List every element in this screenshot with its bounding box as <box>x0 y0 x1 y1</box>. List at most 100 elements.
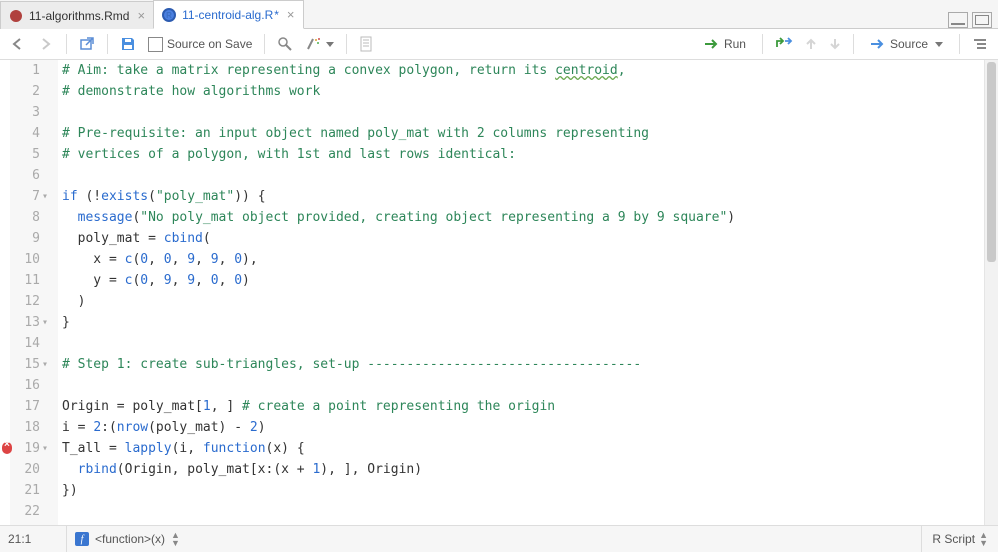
run-label: Run <box>724 37 746 51</box>
line-number[interactable]: 4 <box>10 123 50 144</box>
maximize-pane-icon[interactable] <box>972 12 992 28</box>
line-number[interactable]: 2 <box>10 81 50 102</box>
updown-icon: ▲▼ <box>979 531 988 547</box>
marker-cell <box>0 102 10 123</box>
marker-gutter <box>0 60 10 525</box>
tab-11-algorithms-rmd[interactable]: 11-algorithms.Rmd × <box>0 1 154 29</box>
line-number[interactable]: 22 <box>10 501 50 522</box>
scope-label: <function>(x) <box>95 532 165 546</box>
line-number[interactable]: 11 <box>10 270 50 291</box>
line-number[interactable]: 5 <box>10 144 50 165</box>
code-line[interactable]: if (!exists("poly_mat")) { <box>62 186 984 207</box>
code-line[interactable]: # vertices of a polygon, with 1st and la… <box>62 144 984 165</box>
line-number[interactable]: 7▾ <box>10 186 50 207</box>
line-number[interactable]: 20 <box>10 459 50 480</box>
line-number[interactable]: 14 <box>10 333 50 354</box>
code-line[interactable] <box>62 501 984 522</box>
fold-toggle-icon[interactable]: ▾ <box>40 312 50 333</box>
cursor-position[interactable]: 21:1 <box>0 526 67 552</box>
code-line[interactable]: # Step 1: create sub-triangles, set-up -… <box>62 354 984 375</box>
marker-cell <box>0 60 10 81</box>
code-line[interactable]: poly_mat = cbind( <box>62 228 984 249</box>
fold-toggle-icon[interactable]: ▾ <box>40 354 50 375</box>
code-area[interactable]: # Aim: take a matrix representing a conv… <box>58 60 984 525</box>
code-line[interactable]: # demonstrate how algorithms work <box>62 81 984 102</box>
go-up-section-button[interactable] <box>801 32 821 56</box>
line-number[interactable]: 3 <box>10 102 50 123</box>
go-down-section-button[interactable] <box>825 32 845 56</box>
close-icon[interactable]: × <box>287 8 295 21</box>
marker-cell <box>0 228 10 249</box>
code-line[interactable]: # Aim: take a matrix representing a conv… <box>62 60 984 81</box>
line-number[interactable]: 10 <box>10 249 50 270</box>
scrollbar-thumb[interactable] <box>987 62 996 262</box>
run-button[interactable]: Run <box>696 32 754 56</box>
caret-down-icon <box>935 42 943 47</box>
code-tools-button[interactable] <box>301 32 338 56</box>
code-line[interactable]: message("No poly_mat object provided, cr… <box>62 207 984 228</box>
code-line[interactable]: } <box>62 312 984 333</box>
back-button[interactable] <box>6 32 30 56</box>
save-button[interactable] <box>116 32 140 56</box>
compile-report-button[interactable] <box>355 32 377 56</box>
scope-navigator[interactable]: f <function>(x) ▲▼ <box>67 531 921 547</box>
fold-toggle-icon[interactable]: ▾ <box>40 438 50 459</box>
line-number[interactable]: 6 <box>10 165 50 186</box>
rerun-button[interactable] <box>771 32 797 56</box>
fold-toggle-icon <box>40 417 50 438</box>
line-number-gutter: 1234567▾8910111213▾1415▾16171819▾202122 <box>10 60 58 525</box>
language-label: R Script <box>932 532 975 546</box>
code-line[interactable] <box>62 333 984 354</box>
caret-down-icon <box>326 42 334 47</box>
close-icon[interactable]: × <box>137 9 145 22</box>
line-number[interactable]: 13▾ <box>10 312 50 333</box>
fold-toggle-icon <box>40 60 50 81</box>
code-line[interactable] <box>62 165 984 186</box>
fold-toggle-icon <box>40 81 50 102</box>
code-line[interactable]: y = c(0, 9, 9, 0, 0) <box>62 270 984 291</box>
marker-cell <box>0 249 10 270</box>
source-on-save-checkbox[interactable]: Source on Save <box>144 32 256 56</box>
code-line[interactable] <box>62 102 984 123</box>
code-line[interactable]: ) <box>62 291 984 312</box>
run-icon <box>704 38 720 50</box>
outline-button[interactable] <box>968 32 992 56</box>
line-number[interactable]: 16 <box>10 375 50 396</box>
marker-cell <box>0 291 10 312</box>
code-line[interactable]: i = 2:(nrow(poly_mat) - 2) <box>62 417 984 438</box>
line-number[interactable]: 9 <box>10 228 50 249</box>
line-number[interactable]: 19▾ <box>10 438 50 459</box>
marker-cell <box>0 270 10 291</box>
source-editor[interactable]: 1234567▾8910111213▾1415▾16171819▾202122 … <box>0 60 998 525</box>
line-number[interactable]: 21 <box>10 480 50 501</box>
code-line[interactable]: x = c(0, 0, 9, 9, 0), <box>62 249 984 270</box>
fold-toggle-icon <box>40 123 50 144</box>
tab-label: 11-centroid-alg.R <box>182 8 273 22</box>
error-marker-icon[interactable] <box>2 442 12 454</box>
line-number[interactable]: 8 <box>10 207 50 228</box>
line-number[interactable]: 18 <box>10 417 50 438</box>
code-line[interactable]: # Pre-requisite: an input object named p… <box>62 123 984 144</box>
checkbox-icon <box>148 37 163 52</box>
code-line[interactable]: }) <box>62 480 984 501</box>
code-line[interactable]: T_all = lapply(i, function(x) { <box>62 438 984 459</box>
line-number[interactable]: 12 <box>10 291 50 312</box>
line-number[interactable]: 1 <box>10 60 50 81</box>
code-line[interactable] <box>62 375 984 396</box>
find-replace-button[interactable] <box>273 32 297 56</box>
code-line[interactable]: Origin = poly_mat[1, ] # create a point … <box>62 396 984 417</box>
show-in-new-window-button[interactable] <box>75 32 99 56</box>
language-selector[interactable]: R Script ▲▼ <box>921 526 998 552</box>
forward-button[interactable] <box>34 32 58 56</box>
source-button[interactable]: Source <box>862 32 951 56</box>
vertical-scrollbar[interactable] <box>984 60 998 525</box>
tab-11-centroid-alg-r[interactable]: R 11-centroid-alg.R* × <box>153 0 303 29</box>
fold-toggle-icon <box>40 459 50 480</box>
fold-toggle-icon[interactable]: ▾ <box>40 186 50 207</box>
line-number[interactable]: 15▾ <box>10 354 50 375</box>
line-number[interactable]: 17 <box>10 396 50 417</box>
fold-toggle-icon <box>40 249 50 270</box>
minimize-pane-icon[interactable] <box>948 12 968 28</box>
code-line[interactable]: rbind(Origin, poly_mat[x:(x + 1), ], Ori… <box>62 459 984 480</box>
tab-label: 11-algorithms.Rmd <box>29 9 129 23</box>
